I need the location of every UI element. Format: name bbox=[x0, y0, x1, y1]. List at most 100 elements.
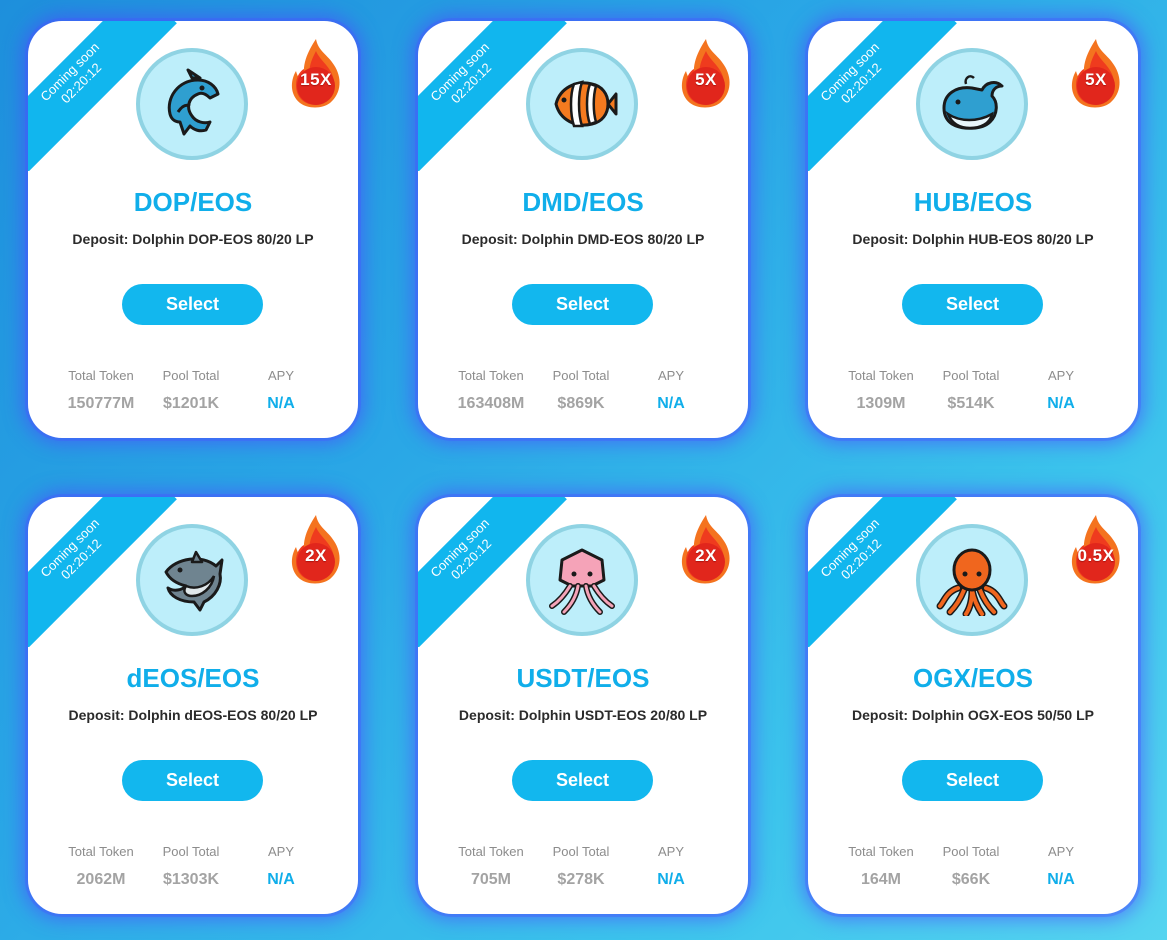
stat-value: 705M bbox=[470, 871, 512, 888]
multiplier-label: 5X bbox=[1085, 70, 1107, 89]
stat-value: N/A bbox=[1047, 871, 1075, 888]
pool-grid: Coming soon 02:20:12 15X DOP/EOS Deposit… bbox=[0, 0, 1167, 940]
stat-value: $1201K bbox=[162, 395, 220, 412]
fire-badge: 5X bbox=[678, 37, 734, 109]
pool-card: Coming soon 02:20:12 2X dEOS/EOS Deposit… bbox=[28, 497, 358, 914]
stat-value: N/A bbox=[267, 395, 295, 412]
fire-badge: 5X bbox=[1068, 37, 1124, 109]
stat-value: N/A bbox=[657, 395, 685, 412]
stat-label: Total Token bbox=[68, 368, 134, 383]
fire-badge: 15X bbox=[288, 37, 344, 109]
deposit-description: Deposit: Dolphin USDT-EOS 20/80 LP bbox=[458, 707, 708, 723]
multiplier-label: 15X bbox=[300, 70, 332, 89]
stat-total-token: Total Token 164M bbox=[836, 844, 926, 889]
stat-value: 163408M bbox=[457, 395, 525, 412]
multiplier-label: 2X bbox=[695, 546, 717, 565]
multiplier-label: 0.5X bbox=[1077, 546, 1115, 565]
stat-pool-total: Pool Total $869K bbox=[536, 368, 626, 413]
fire-badge: 2X bbox=[678, 513, 734, 585]
pool-card: Coming soon 02:20:12 2X USDT/EOS Deposit… bbox=[418, 497, 748, 914]
stat-label: APY bbox=[267, 368, 294, 383]
stat-pool-total: Pool Total $1201K bbox=[146, 368, 236, 413]
stat-label: APY bbox=[267, 844, 294, 859]
select-button[interactable]: Select bbox=[512, 284, 653, 325]
select-button[interactable]: Select bbox=[122, 284, 263, 325]
stat-pool-total: Pool Total $514K bbox=[926, 368, 1016, 413]
stat-pool-total: Pool Total $278K bbox=[536, 844, 626, 889]
stat-label: Total Token bbox=[458, 844, 524, 859]
deposit-description: Deposit: Dolphin DMD-EOS 80/20 LP bbox=[461, 231, 705, 247]
dolphin-icon bbox=[136, 48, 248, 160]
whale-icon bbox=[916, 48, 1028, 160]
stat-label: APY bbox=[1047, 368, 1074, 383]
select-button[interactable]: Select bbox=[122, 760, 263, 801]
stat-pool-total: Pool Total $66K bbox=[926, 844, 1016, 889]
stat-value: $869K bbox=[557, 395, 605, 412]
deposit-description: Deposit: Dolphin dEOS-EOS 80/20 LP bbox=[68, 707, 318, 723]
fire-badge: 2X bbox=[288, 513, 344, 585]
stat-value: 2062M bbox=[76, 871, 126, 888]
select-button[interactable]: Select bbox=[902, 284, 1043, 325]
select-button[interactable]: Select bbox=[902, 760, 1043, 801]
pool-card: Coming soon 02:20:12 15X DOP/EOS Deposit… bbox=[28, 21, 358, 438]
stat-value: 164M bbox=[860, 871, 902, 888]
stat-apy: APY N/A bbox=[626, 844, 716, 889]
stat-label: Pool Total bbox=[552, 844, 610, 859]
squid-icon bbox=[526, 524, 638, 636]
stat-label: Total Token bbox=[458, 368, 524, 383]
stat-value: 1309M bbox=[856, 395, 906, 412]
octopus-icon bbox=[916, 524, 1028, 636]
stat-apy: APY N/A bbox=[1016, 844, 1106, 889]
stat-label: APY bbox=[657, 844, 684, 859]
pool-pair-title: DOP/EOS bbox=[133, 187, 253, 217]
deposit-description: Deposit: Dolphin DOP-EOS 80/20 LP bbox=[72, 231, 314, 247]
stat-label: APY bbox=[657, 368, 684, 383]
stat-label: Total Token bbox=[848, 368, 914, 383]
multiplier-label: 2X bbox=[305, 546, 327, 565]
stat-value: $66K bbox=[951, 871, 991, 888]
pool-stats: Total Token 2062M Pool Total $1303K APY … bbox=[56, 844, 326, 889]
stat-apy: APY N/A bbox=[236, 368, 326, 413]
pool-stats: Total Token 1309M Pool Total $514K APY N… bbox=[836, 368, 1106, 413]
stat-total-token: Total Token 1309M bbox=[836, 368, 926, 413]
stat-label: Pool Total bbox=[942, 844, 1000, 859]
pool-stats: Total Token 164M Pool Total $66K APY N/A bbox=[836, 844, 1106, 889]
stat-label: Pool Total bbox=[162, 844, 220, 859]
stat-apy: APY N/A bbox=[1016, 368, 1106, 413]
stat-value: $1303K bbox=[162, 871, 220, 888]
stat-label: APY bbox=[1047, 844, 1074, 859]
stat-value: N/A bbox=[267, 871, 295, 888]
stat-value: 150777M bbox=[67, 395, 135, 412]
pool-card: Coming soon 02:20:12 5X DMD/EOS Deposit:… bbox=[418, 21, 748, 438]
deposit-description: Deposit: Dolphin HUB-EOS 80/20 LP bbox=[852, 231, 1094, 247]
stat-value: $278K bbox=[557, 871, 605, 888]
fire-badge: 0.5X bbox=[1068, 513, 1124, 585]
multiplier-label: 5X bbox=[695, 70, 717, 89]
pool-card: Coming soon 02:20:12 5X HUB/EOS Deposit:… bbox=[808, 21, 1138, 438]
stat-total-token: Total Token 2062M bbox=[56, 844, 146, 889]
pool-stats: Total Token 150777M Pool Total $1201K AP… bbox=[56, 368, 326, 413]
pool-pair-title: DMD/EOS bbox=[522, 187, 644, 217]
stat-total-token: Total Token 150777M bbox=[56, 368, 146, 413]
deposit-description: Deposit: Dolphin OGX-EOS 50/50 LP bbox=[852, 707, 1094, 723]
stat-value: N/A bbox=[657, 871, 685, 888]
stat-apy: APY N/A bbox=[236, 844, 326, 889]
stat-label: Pool Total bbox=[942, 368, 1000, 383]
pool-stats: Total Token 163408M Pool Total $869K APY… bbox=[446, 368, 716, 413]
stat-apy: APY N/A bbox=[626, 368, 716, 413]
stat-label: Pool Total bbox=[162, 368, 220, 383]
pool-stats: Total Token 705M Pool Total $278K APY N/… bbox=[446, 844, 716, 889]
pool-pair-title: USDT/EOS bbox=[516, 663, 650, 693]
pool-pair-title: dEOS/EOS bbox=[126, 663, 260, 693]
stat-pool-total: Pool Total $1303K bbox=[146, 844, 236, 889]
stat-value: N/A bbox=[1047, 395, 1075, 412]
stat-label: Pool Total bbox=[552, 368, 610, 383]
pool-pair-title: HUB/EOS bbox=[913, 187, 1033, 217]
stat-label: Total Token bbox=[68, 844, 134, 859]
select-button[interactable]: Select bbox=[512, 760, 653, 801]
shark-icon bbox=[136, 524, 248, 636]
stat-label: Total Token bbox=[848, 844, 914, 859]
tropical-fish-icon bbox=[526, 48, 638, 160]
stat-total-token: Total Token 163408M bbox=[446, 368, 536, 413]
stat-total-token: Total Token 705M bbox=[446, 844, 536, 889]
